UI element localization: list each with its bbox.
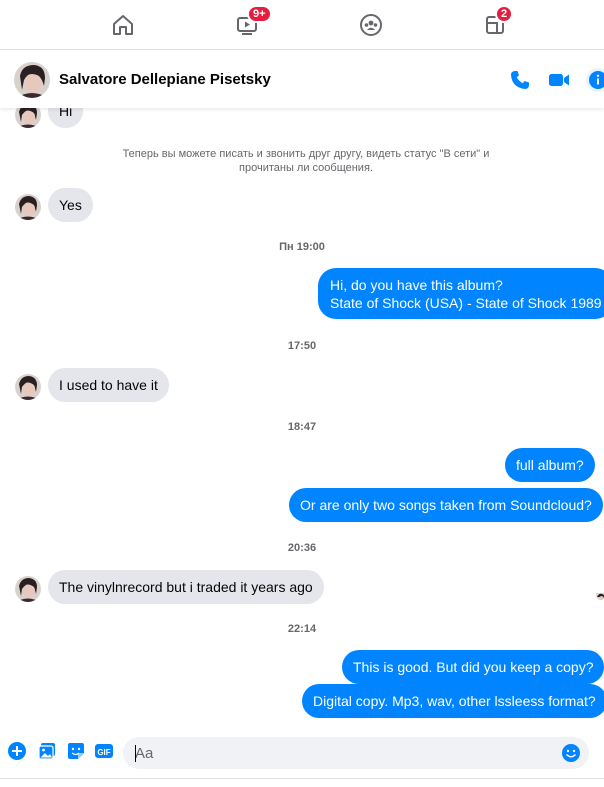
outgoing-message[interactable]: This is good. But did you keep a copy? xyxy=(342,650,604,684)
video-icon[interactable]: 9+ xyxy=(232,5,272,40)
timestamp: 22:14 xyxy=(287,623,317,635)
contact-name[interactable]: Salvatore Dellepiane Pisetsky xyxy=(59,71,271,88)
timestamp: Пн 19:00 xyxy=(279,241,325,253)
photo-icon[interactable] xyxy=(37,741,57,761)
contact-avatar-small xyxy=(15,374,41,400)
messenger-page: 9+ 2 Salvatore Dellepiane Pisetsky Hi Те… xyxy=(0,0,604,787)
text-caret xyxy=(135,745,136,762)
contact-avatar-small xyxy=(15,194,41,220)
incoming-message[interactable]: Yes xyxy=(48,188,93,222)
timestamp: 18:47 xyxy=(287,421,317,433)
seen-avatar xyxy=(596,590,604,600)
groups-icon[interactable] xyxy=(356,10,386,40)
pages-icon[interactable]: 2 xyxy=(480,5,514,40)
outgoing-message-line: Hi, do you have this album? xyxy=(330,277,503,293)
gif-label: GIF xyxy=(97,748,110,757)
incoming-message[interactable]: I used to have it xyxy=(48,368,169,402)
outgoing-message[interactable]: Or are only two songs taken from Soundcl… xyxy=(289,488,603,522)
chat-window: Salvatore Dellepiane Pisetsky Hi Теперь … xyxy=(0,52,604,787)
outgoing-message[interactable]: full album? xyxy=(505,448,595,482)
video-camera-icon[interactable] xyxy=(547,68,571,92)
pages-badge: 2 xyxy=(495,5,514,23)
contact-avatar-small xyxy=(15,108,41,128)
bottom-divider xyxy=(0,778,604,779)
outgoing-message[interactable]: Digital copy. Mp3, wav, other lssleess f… xyxy=(302,684,604,718)
timestamp: 17:50 xyxy=(287,340,317,352)
incoming-message[interactable]: The vinylnrecord but i traded it years a… xyxy=(48,570,324,604)
info-icon[interactable] xyxy=(586,68,604,92)
outgoing-message-line: State of Shock (USA) - State of Shock 19… xyxy=(330,295,602,311)
outgoing-message[interactable]: Hi, do you have this album? State of Sho… xyxy=(318,268,604,319)
timestamp: 20:36 xyxy=(287,542,317,554)
message-composer: GIF xyxy=(0,737,604,787)
contact-avatar-small xyxy=(15,576,41,602)
message-input[interactable] xyxy=(135,737,555,769)
emoji-icon[interactable] xyxy=(561,743,581,763)
message-input-box[interactable] xyxy=(123,737,589,769)
top-navigation: 9+ 2 xyxy=(0,0,604,50)
home-icon[interactable] xyxy=(108,10,138,40)
phone-icon[interactable] xyxy=(508,68,532,92)
plus-icon[interactable] xyxy=(7,741,27,761)
gif-icon[interactable]: GIF xyxy=(94,741,114,761)
system-note: Теперь вы можете писать и звонить друг д… xyxy=(122,148,490,174)
incoming-message[interactable]: Hi xyxy=(48,108,84,128)
chat-header: Salvatore Dellepiane Pisetsky xyxy=(0,52,604,108)
sticker-icon[interactable] xyxy=(66,741,86,761)
contact-avatar[interactable] xyxy=(14,62,50,98)
video-badge: 9+ xyxy=(247,5,272,23)
message-list: Hi Теперь вы можете писать и звонить дру… xyxy=(0,108,604,738)
